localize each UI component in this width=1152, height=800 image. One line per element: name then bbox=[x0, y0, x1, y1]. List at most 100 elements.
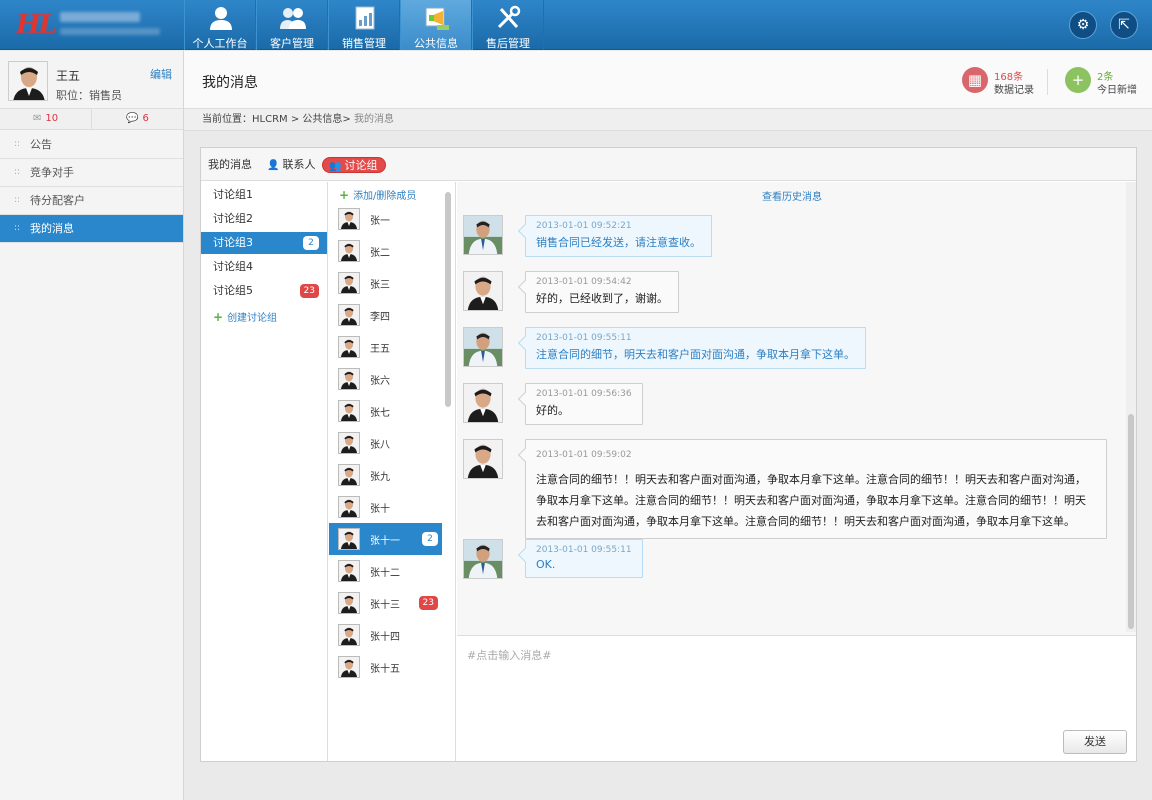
message-input-area: 发送 bbox=[457, 635, 1136, 761]
logo-text: HL bbox=[16, 10, 55, 40]
scrollbar[interactable] bbox=[1126, 182, 1136, 632]
sidebar-item-unassigned-customers[interactable]: 待分配客户 bbox=[0, 187, 183, 215]
sidebar-item-competitors[interactable]: 竞争对手 bbox=[0, 159, 183, 187]
avatar[interactable] bbox=[463, 383, 503, 423]
nav-public-info[interactable]: 公共信息 bbox=[400, 0, 472, 50]
nav-after-sales[interactable]: 售后管理 bbox=[472, 0, 544, 50]
avatar[interactable] bbox=[463, 271, 503, 311]
avatar bbox=[338, 400, 360, 422]
message-time: 2013-01-01 09:54:42 bbox=[536, 277, 668, 287]
message-text: 好的。 bbox=[536, 402, 632, 418]
member-item[interactable]: 张三 bbox=[329, 267, 442, 299]
member-item[interactable]: 张九 bbox=[329, 459, 442, 491]
member-item[interactable]: 王五 bbox=[329, 331, 442, 363]
member-item[interactable]: 张七 bbox=[329, 395, 442, 427]
message-text: 好的，已经收到了，谢谢。 bbox=[536, 290, 668, 306]
member-item[interactable]: 张十二 bbox=[329, 555, 442, 587]
members-list: +添加/删除成员 张一张二张三李四王五张六张七张八张九张十张十一2张十二张十三2… bbox=[329, 182, 456, 761]
member-item[interactable]: 张十五 bbox=[329, 651, 442, 683]
nav-customer-management[interactable]: 客户管理 bbox=[256, 0, 328, 50]
logo-company-name bbox=[60, 12, 140, 22]
nav-personal-workspace[interactable]: 个人工作台 bbox=[184, 0, 256, 50]
avatar bbox=[338, 432, 360, 454]
tab-my-messages[interactable]: 我的消息 bbox=[208, 157, 252, 173]
list-item[interactable]: 讨论组2 bbox=[201, 208, 327, 230]
nav-sales-management[interactable]: 销售管理 bbox=[328, 0, 400, 50]
comment-count[interactable]: 💬6 bbox=[92, 109, 183, 129]
sidebar-item-my-messages[interactable]: 我的消息 bbox=[0, 215, 183, 243]
mail-icon: ✉ bbox=[33, 113, 41, 124]
avatar bbox=[338, 208, 360, 230]
member-item[interactable]: 李四 bbox=[329, 299, 442, 331]
breadcrumb: 当前位置：HLCRM > 公共信息> 我的消息 bbox=[184, 109, 1152, 131]
sidebar: 王五 职位：销售员 编辑 ✉10 💬6 公告 竞争对手 待分配客户 我的消息 bbox=[0, 51, 184, 800]
unread-badge: 2 bbox=[422, 532, 438, 546]
avatar bbox=[338, 560, 360, 582]
member-item[interactable]: 张十三23 bbox=[329, 587, 442, 619]
message-text: 销售合同已经发送，请注意查收。 bbox=[536, 234, 701, 250]
member-name: 李四 bbox=[370, 308, 390, 323]
create-group-link[interactable]: +创建讨论组 bbox=[213, 309, 277, 324]
message-bubble: 2013-01-01 09:59:02注意合同的细节！！明天去和客户面对面沟通，… bbox=[525, 439, 1107, 539]
contact-icon: 👤 bbox=[267, 160, 279, 171]
scrollbar-thumb[interactable] bbox=[1128, 414, 1134, 629]
member-item[interactable]: 张十 bbox=[329, 491, 442, 523]
message-bubble: 2013-01-01 09:54:42 好的，已经收到了，谢谢。 bbox=[525, 271, 679, 313]
member-name: 张六 bbox=[370, 372, 390, 387]
avatar[interactable] bbox=[463, 439, 503, 479]
messages-panel: 我的消息 👤联系人 👥讨论组 讨论组1 讨论组2 讨论组32 讨论组4 讨论组5… bbox=[200, 147, 1137, 762]
scrollbar[interactable] bbox=[445, 192, 451, 407]
member-item[interactable]: 张十一2 bbox=[329, 523, 442, 555]
mail-count[interactable]: ✉10 bbox=[0, 109, 92, 129]
user-profile: 王五 职位：销售员 编辑 bbox=[0, 51, 183, 108]
avatar[interactable] bbox=[8, 61, 48, 101]
user-role: 职位：销售员 bbox=[56, 87, 122, 103]
breadcrumb-path[interactable]: 当前位置：HLCRM > 公共信息> bbox=[202, 114, 354, 125]
avatar bbox=[338, 304, 360, 326]
list-item[interactable]: 讨论组1 bbox=[201, 184, 327, 206]
avatar[interactable] bbox=[463, 215, 503, 255]
avatar[interactable] bbox=[463, 539, 503, 579]
member-name: 王五 bbox=[370, 340, 390, 355]
chart-doc-icon bbox=[351, 5, 379, 31]
message-time: 2013-01-01 09:59:02 bbox=[536, 445, 1096, 466]
tab-discussion-groups[interactable]: 👥讨论组 bbox=[322, 157, 386, 173]
member-name: 张十三 bbox=[370, 596, 400, 611]
list-item[interactable]: 讨论组523 bbox=[201, 280, 327, 302]
message-text: 注意合同的细节，明天去和客户面对面沟通，争取本月拿下这单。 bbox=[536, 346, 855, 362]
logout-button[interactable]: ⇱ bbox=[1110, 11, 1138, 39]
message-time: 2013-01-01 09:52:21 bbox=[536, 221, 701, 231]
settings-button[interactable]: ⚙ bbox=[1069, 11, 1097, 39]
sidebar-item-announcements[interactable]: 公告 bbox=[0, 131, 183, 159]
grid-icon: ▦ bbox=[962, 67, 988, 93]
message-bubble: 2013-01-01 09:55:11注意合同的细节，明天去和客户面对面沟通，争… bbox=[525, 327, 866, 369]
member-item[interactable]: 张六 bbox=[329, 363, 442, 395]
edit-profile-link[interactable]: 编辑 bbox=[150, 66, 172, 82]
member-item[interactable]: 张八 bbox=[329, 427, 442, 459]
send-button[interactable]: 发送 bbox=[1063, 730, 1127, 754]
side-menu: 公告 竞争对手 待分配客户 我的消息 bbox=[0, 131, 183, 243]
message-input[interactable] bbox=[457, 636, 1127, 756]
member-name: 张十 bbox=[370, 500, 390, 515]
avatar bbox=[338, 336, 360, 358]
list-item[interactable]: 讨论组4 bbox=[201, 256, 327, 278]
tab-contacts[interactable]: 👤联系人 bbox=[267, 157, 315, 173]
view-history-link[interactable]: 查看历史消息 bbox=[457, 188, 1127, 203]
user-name: 王五 bbox=[56, 67, 80, 84]
avatar bbox=[338, 528, 360, 550]
avatar[interactable] bbox=[463, 327, 503, 367]
member-item[interactable]: 张十四 bbox=[329, 619, 442, 651]
brand-logo[interactable]: HL bbox=[12, 8, 182, 42]
member-name: 张七 bbox=[370, 404, 390, 419]
member-item[interactable]: 张一 bbox=[329, 203, 442, 235]
member-item[interactable]: 张二 bbox=[329, 235, 442, 267]
message-time: 2013-01-01 09:56:36 bbox=[536, 389, 632, 399]
list-item[interactable]: 讨论组32 bbox=[201, 232, 327, 254]
manage-members-link[interactable]: +添加/删除成员 bbox=[339, 187, 416, 202]
people-icon bbox=[279, 5, 307, 31]
avatar bbox=[338, 624, 360, 646]
plus-icon: + bbox=[1065, 67, 1091, 93]
tools-icon bbox=[495, 5, 523, 31]
avatar bbox=[338, 240, 360, 262]
main-nav: 个人工作台 客户管理 销售管理 公共信息 售后管理 bbox=[184, 0, 544, 50]
